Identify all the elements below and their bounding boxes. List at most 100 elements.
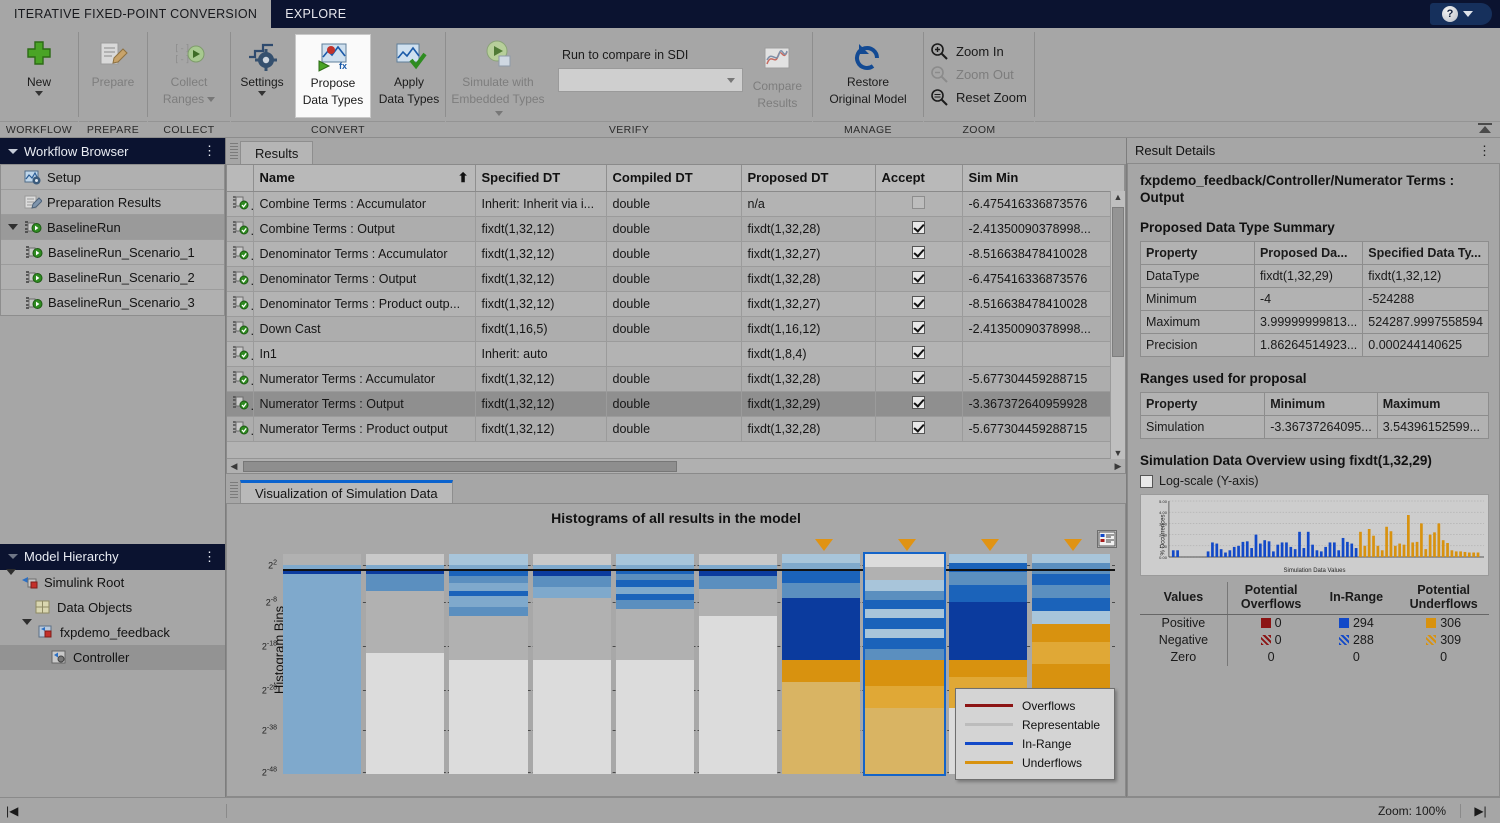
- histogram-column[interactable]: [865, 554, 943, 774]
- simulate-with-embedded-types-button[interactable]: Simulate with Embedded Types: [446, 34, 550, 120]
- panel-grip-icon[interactable]: [230, 143, 238, 161]
- workflow-item-baselinerun[interactable]: BaselineRun: [1, 215, 224, 240]
- accept-checkbox[interactable]: [912, 246, 925, 259]
- accept-checkbox[interactable]: [912, 296, 925, 309]
- histogram-column[interactable]: [283, 554, 361, 774]
- log-scale-checkbox[interactable]: [1140, 475, 1153, 488]
- accept-checkbox[interactable]: [912, 321, 925, 334]
- apply-data-types-button[interactable]: Apply Data Types: [373, 34, 445, 118]
- reset-zoom-button[interactable]: Reset Zoom: [930, 88, 1027, 106]
- table-row[interactable]: Combine Terms : Outputfixdt(1,32,12)doub…: [227, 216, 1125, 241]
- histogram-column[interactable]: [782, 554, 860, 774]
- chevron-down-icon[interactable]: [258, 91, 266, 96]
- propose-data-types-button[interactable]: fx Propose Data Types: [295, 34, 371, 118]
- histogram-marker-icon[interactable]: [898, 539, 916, 551]
- model-item-data-objects[interactable]: Data Objects: [0, 595, 225, 620]
- legend-toggle-button[interactable]: [1097, 530, 1117, 548]
- chevron-down-icon[interactable]: [495, 111, 503, 116]
- twisty-expanded-icon[interactable]: [22, 625, 32, 640]
- new-button[interactable]: New: [4, 34, 74, 118]
- model-item-simulink-root[interactable]: Simulink Root: [0, 570, 225, 595]
- cell-accept[interactable]: [875, 191, 962, 216]
- cell-accept[interactable]: [875, 316, 962, 341]
- zoom-out-button[interactable]: Zoom Out: [930, 65, 1027, 83]
- collect-ranges-button[interactable]: [-] [-] Collect Ranges: [150, 34, 228, 118]
- go-to-start-icon[interactable]: |◀: [6, 804, 18, 818]
- scroll-thumb[interactable]: [1112, 207, 1124, 357]
- settings-button[interactable]: Settings: [231, 34, 293, 118]
- model-hierarchy-menu-icon[interactable]: ⋮: [203, 552, 217, 562]
- go-to-end-icon[interactable]: ▶|: [1474, 804, 1486, 818]
- workflow-item-baselinerun-scenario-1[interactable]: BaselineRun_Scenario_1: [1, 240, 224, 265]
- model-item-controller[interactable]: Controller: [0, 645, 225, 670]
- results-horizontal-scrollbar[interactable]: ◀ ▶: [227, 458, 1125, 473]
- table-row[interactable]: Down Castfixdt(1,16,5)doublefixdt(1,16,1…: [227, 316, 1125, 341]
- result-details-menu-icon[interactable]: ⋮: [1478, 146, 1492, 156]
- table-row[interactable]: Denominator Terms : Accumulatorfixdt(1,3…: [227, 241, 1125, 266]
- histogram-column[interactable]: [616, 554, 694, 774]
- table-row[interactable]: Denominator Terms : Product outp...fixdt…: [227, 291, 1125, 316]
- workflow-browser-menu-icon[interactable]: ⋮: [203, 146, 217, 156]
- table-row[interactable]: Denominator Terms : Outputfixdt(1,32,12)…: [227, 266, 1125, 291]
- col-sim-min[interactable]: Sim Min: [962, 165, 1125, 191]
- accept-checkbox[interactable]: [912, 346, 925, 359]
- accept-checkbox[interactable]: [912, 421, 925, 434]
- histogram-column[interactable]: [366, 554, 444, 774]
- restore-original-model-button[interactable]: Restore Original Model: [816, 34, 920, 118]
- cell-accept[interactable]: [875, 391, 962, 416]
- hscroll-thumb[interactable]: [243, 461, 677, 472]
- cell-accept[interactable]: [875, 366, 962, 391]
- col-specified-dt[interactable]: Specified DT: [475, 165, 606, 191]
- histogram-marker-icon[interactable]: [981, 539, 999, 551]
- scroll-left-icon[interactable]: ◀: [227, 461, 241, 472]
- histogram-column[interactable]: [533, 554, 611, 774]
- cell-accept[interactable]: [875, 291, 962, 316]
- panel-grip-icon[interactable]: [230, 482, 238, 500]
- accept-checkbox[interactable]: [912, 221, 925, 234]
- scroll-right-icon[interactable]: ▶: [1111, 461, 1125, 472]
- histogram-marker-icon[interactable]: [1064, 539, 1082, 551]
- collapse-ribbon-button[interactable]: [1476, 121, 1494, 135]
- tab-visualization-of-simulation-data[interactable]: Visualization of Simulation Data: [240, 480, 453, 503]
- log-scale-row[interactable]: Log-scale (Y-axis): [1140, 474, 1489, 488]
- histogram-column[interactable]: [449, 554, 527, 774]
- accept-checkbox[interactable]: [912, 196, 925, 209]
- accept-checkbox[interactable]: [912, 271, 925, 284]
- tab-explore[interactable]: EXPLORE: [271, 0, 360, 28]
- scroll-up-icon[interactable]: ▲: [1111, 191, 1125, 202]
- workflow-item-preparation-results[interactable]: Preparation Results: [1, 190, 224, 215]
- help-button[interactable]: ?: [1430, 3, 1492, 25]
- table-row[interactable]: Numerator Terms : Accumulatorfixdt(1,32,…: [227, 366, 1125, 391]
- workflow-item-setup[interactable]: Setup: [1, 165, 224, 190]
- scroll-down-icon[interactable]: ▼: [1111, 448, 1125, 458]
- compare-results-button[interactable]: Compare Results: [743, 34, 812, 118]
- tab-results[interactable]: Results: [240, 141, 313, 164]
- histogram-column[interactable]: [699, 554, 777, 774]
- table-row[interactable]: Combine Terms : AccumulatorInherit: Inhe…: [227, 191, 1125, 216]
- chevron-down-icon[interactable]: [8, 554, 18, 559]
- prepare-button[interactable]: Prepare: [79, 34, 147, 118]
- chevron-down-icon[interactable]: [207, 97, 215, 102]
- col-accept[interactable]: Accept: [875, 165, 962, 191]
- col-name[interactable]: Name ⬆: [253, 165, 475, 191]
- zoom-in-button[interactable]: Zoom In: [930, 42, 1027, 60]
- twisty-expanded-icon[interactable]: [7, 224, 19, 230]
- accept-checkbox[interactable]: [912, 396, 925, 409]
- accept-checkbox[interactable]: [912, 371, 925, 384]
- col-proposed-dt[interactable]: Proposed DT: [741, 165, 875, 191]
- cell-accept[interactable]: [875, 416, 962, 441]
- cell-accept[interactable]: [875, 341, 962, 366]
- tab-iterative-fixed-point-conversion[interactable]: ITERATIVE FIXED-POINT CONVERSION: [0, 0, 271, 28]
- chevron-down-icon[interactable]: [8, 149, 18, 154]
- table-row[interactable]: In1Inherit: autofixdt(1,8,4): [227, 341, 1125, 366]
- table-row[interactable]: Numerator Terms : Outputfixdt(1,32,12)do…: [227, 391, 1125, 416]
- cell-accept[interactable]: [875, 216, 962, 241]
- histogram-marker-icon[interactable]: [815, 539, 833, 551]
- chevron-down-icon[interactable]: [35, 91, 43, 96]
- table-row[interactable]: Numerator Terms : Product outputfixdt(1,…: [227, 416, 1125, 441]
- results-vertical-scrollbar[interactable]: ▲ ▼: [1110, 191, 1125, 459]
- workflow-item-baselinerun-scenario-2[interactable]: BaselineRun_Scenario_2: [1, 265, 224, 290]
- twisty-expanded-icon[interactable]: [6, 575, 16, 590]
- workflow-item-baselinerun-scenario-3[interactable]: BaselineRun_Scenario_3: [1, 290, 224, 315]
- sdi-run-dropdown[interactable]: [558, 68, 743, 92]
